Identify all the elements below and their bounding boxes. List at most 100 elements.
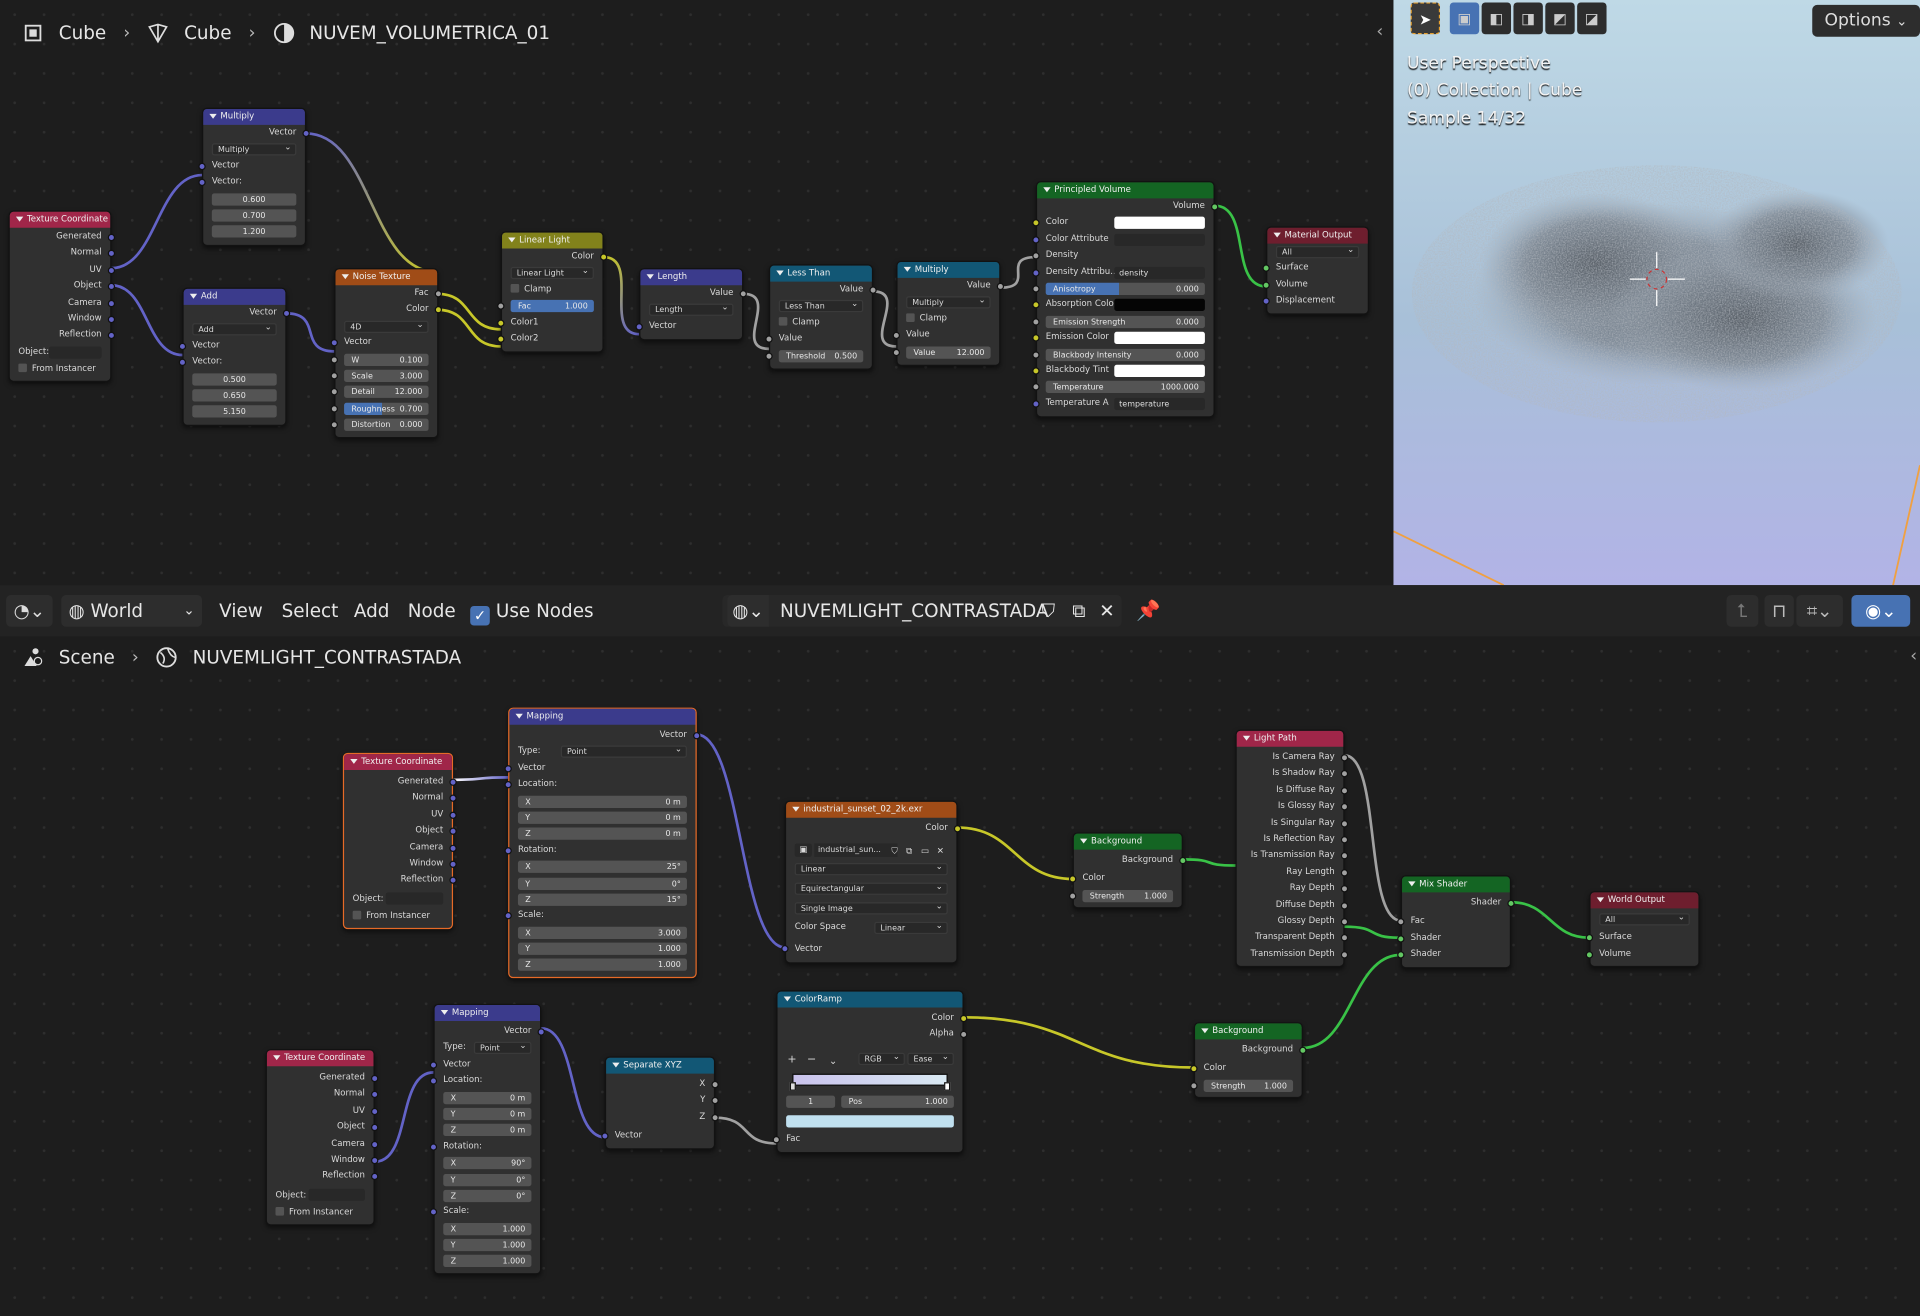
node-header[interactable]: industrial_sunset_02_2k.exr [786, 801, 957, 818]
scale-x-field[interactable]: X 1.000 [435, 1220, 540, 1236]
node-linear-light[interactable]: Linear Light Color Linear Light Clamp Fa… [497, 231, 608, 353]
unlink-close-icon[interactable]: ✕ [1093, 595, 1120, 627]
object-field[interactable]: Object: [267, 1185, 374, 1205]
world-datablock-selector[interactable]: ◍⌄ NUVEMLIGHT_CONTRASTADA ⛉ ⧉ ✕ [722, 594, 1122, 627]
rotation-x-field[interactable]: X 25° [509, 858, 695, 874]
use-nodes-checkbox[interactable]: ✓ Use Nodes [470, 595, 594, 627]
temperature-field[interactable]: Temperature 1000.000 [1032, 379, 1213, 395]
node-header[interactable]: Separate XYZ [606, 1057, 714, 1074]
input-blackbody-tint[interactable]: Blackbody Tint [1032, 362, 1213, 378]
input-emission-color[interactable]: Emission Color [1032, 329, 1213, 345]
location-y-field[interactable]: Y0 m [509, 809, 695, 825]
node-link[interactable] [1182, 858, 1236, 867]
duplicate-icon[interactable]: ⧉ [906, 844, 912, 860]
value-field[interactable]: 5.150 [184, 403, 286, 419]
node-link[interactable] [872, 290, 897, 348]
node-material-output[interactable]: Material Output All Surface Volume Displ… [1262, 226, 1369, 315]
node-link[interactable] [453, 776, 509, 782]
ramp-menu-chevron-icon[interactable]: ⌄ [829, 1053, 837, 1069]
operation-dropdown[interactable]: Length [640, 302, 742, 318]
emission-strength-field[interactable]: Emission Strength 0.000 [1032, 313, 1213, 329]
value-field[interactable]: 0.600 [203, 190, 305, 206]
rotation-x-field[interactable]: X 90° [435, 1155, 540, 1171]
node-link[interactable] [437, 292, 501, 331]
node-environment-texture[interactable]: industrial_sunset_02_2k.exr Color ▣ indu… [781, 800, 962, 964]
rotation-z-field[interactable]: Z 15° [509, 891, 695, 907]
node-mapping-a[interactable]: Mapping Vector Type:Point Vector Locatio… [504, 707, 701, 978]
operation-dropdown[interactable]: Less Than [770, 298, 872, 314]
rotation-z-field[interactable]: Z 0° [435, 1187, 540, 1203]
node-header[interactable]: Add [183, 288, 286, 305]
node-link[interactable] [111, 173, 203, 270]
node-header[interactable]: World Output [1590, 892, 1699, 909]
detail-field[interactable]: Detail 12.000 [330, 384, 438, 400]
overlays-icon[interactable]: ◉⌄ [1851, 594, 1911, 627]
scale-y-field[interactable]: Y 1.000 [435, 1237, 540, 1253]
select-extend-icon[interactable]: ◧ [1481, 2, 1512, 35]
node-link[interactable] [286, 312, 335, 353]
gradient-bar[interactable] [792, 1073, 948, 1086]
node-texture-coordinate-b[interactable]: Texture Coordinate Generated Normal UV O… [265, 1049, 379, 1226]
object-field[interactable]: Object: [10, 344, 110, 361]
options-dropdown[interactable]: Options ⌄ [1812, 4, 1920, 37]
world-name-field[interactable]: NUVEMLIGHT_CONTRASTADA [780, 595, 1049, 627]
node-link[interactable] [1214, 204, 1267, 288]
node-texture-coordinate-a[interactable]: Texture Coordinate Generated Normal UV O… [342, 752, 457, 930]
node-header[interactable]: Principled Volume [1037, 182, 1214, 199]
node-math-multiply[interactable]: Multiply Value Multiply Clamp Value Valu… [892, 260, 1005, 366]
node-header[interactable]: Multiply [897, 261, 1000, 278]
node-header[interactable]: Texture Coordinate [9, 211, 111, 228]
world-browse-icon[interactable]: ◍⌄ [727, 594, 769, 627]
shader-node-editor[interactable]: Cube › Cube › NUVEM_VOLUMETRICA_01 ‹ Tex… [0, 0, 1393, 586]
node-mapping-b[interactable]: Mapping Vector Type:Point Vector Locatio… [429, 1003, 545, 1275]
tweak-tool-icon[interactable]: ➤ [1410, 2, 1441, 35]
fake-user-shield-icon[interactable]: ⛉ [891, 844, 897, 860]
stop-color-swatch[interactable] [778, 1111, 963, 1131]
node-color-ramp[interactable]: ColorRamp Color Alpha + − ⌄ RGB Ease 1 P… [772, 990, 968, 1153]
node-header[interactable]: Length [640, 269, 743, 286]
scale-z-field[interactable]: Z 1.000 [509, 957, 695, 973]
select-invert-icon[interactable]: ◩ [1545, 2, 1575, 35]
node-link[interactable] [306, 132, 436, 274]
density-attribute-field[interactable]: Density Attribu... density [1032, 264, 1213, 280]
node-header[interactable]: Multiply [203, 108, 305, 125]
extension-dropdown[interactable]: Single Image [786, 900, 956, 920]
scale-y-field[interactable]: Y 1.000 [509, 940, 695, 956]
node-link[interactable] [957, 826, 1073, 881]
node-light-path[interactable]: Light Path Is Camera Ray Is Shadow Ray I… [1235, 729, 1349, 968]
temperature-attribute-field[interactable]: Temperature Atemperature [1032, 395, 1213, 411]
menu-view[interactable]: View [219, 595, 263, 627]
node-header[interactable]: Material Output [1267, 227, 1368, 244]
location-x-field[interactable]: X0 m [435, 1089, 540, 1105]
anisotropy-field[interactable]: Anisotropy 0.000 [1032, 280, 1213, 296]
stop-index-field[interactable]: 1 [786, 1095, 836, 1108]
scale-x-field[interactable]: X 3.000 [509, 924, 695, 940]
strength-field[interactable]: Strength 1.000 [1190, 1077, 1302, 1093]
ramp-stop-handle[interactable] [944, 1081, 951, 1091]
node-link[interactable] [1344, 753, 1402, 922]
remove-stop-icon[interactable]: − [807, 1053, 816, 1069]
fac-field[interactable]: Fac 1.000 [497, 298, 602, 314]
node-link[interactable] [1511, 900, 1590, 940]
node-header[interactable]: Mapping [509, 708, 696, 725]
color-ramp-gradient[interactable] [778, 1070, 963, 1092]
w-field[interactable]: W 0.100 [330, 351, 438, 367]
clamp-checkbox[interactable]: Clamp [898, 311, 1000, 327]
fake-user-shield-icon[interactable]: ⛉ [1035, 595, 1062, 627]
node-vector-length[interactable]: Length Value Length Vector [635, 268, 747, 341]
add-stop-icon[interactable]: + [787, 1053, 796, 1069]
parent-node-tree-icon[interactable]: ⮤ [1726, 594, 1759, 627]
node-header[interactable]: Texture Coordinate [266, 1050, 374, 1067]
node-link[interactable] [715, 1116, 777, 1145]
color-space-dropdown[interactable]: Color Space Linear [786, 920, 956, 940]
unlink-close-icon[interactable]: ✕ [937, 844, 944, 860]
node-header[interactable]: Background [1195, 1023, 1302, 1040]
value-field[interactable]: 0.500 [184, 370, 286, 386]
node-math-less-than[interactable]: Less Than Value Less Than Clamp Value Th… [765, 264, 877, 370]
rotation-y-field[interactable]: Y 0° [435, 1171, 540, 1187]
menu-add[interactable]: Add [354, 595, 390, 627]
interpolation-dropdown[interactable]: Linear [786, 861, 956, 881]
select-intersect-icon[interactable]: ◪ [1577, 2, 1607, 35]
threshold-field[interactable]: Threshold 0.500 [765, 347, 872, 363]
roughness-field[interactable]: Roughness 0.700 [330, 400, 438, 416]
